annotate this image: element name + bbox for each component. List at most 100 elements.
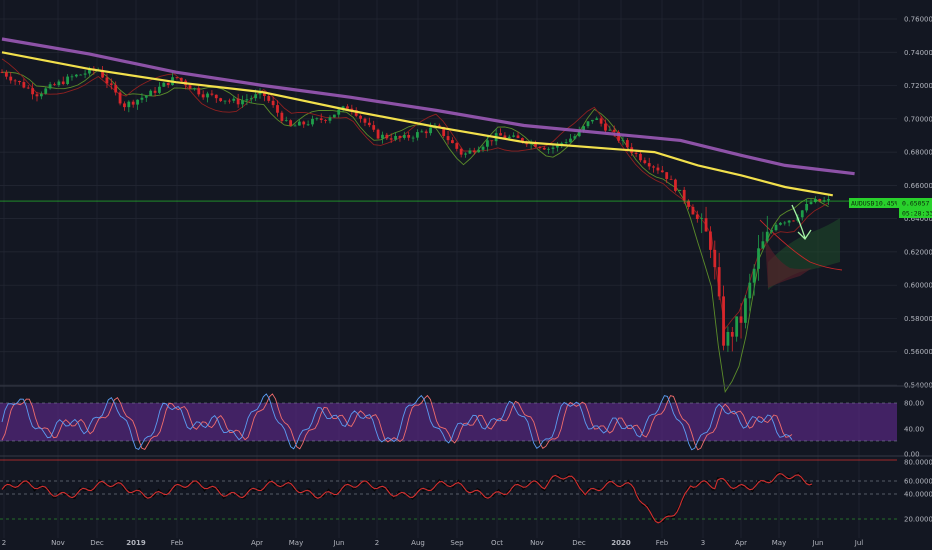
candle-body [744, 298, 747, 323]
candle-body [420, 131, 424, 133]
candle-body [512, 135, 516, 137]
candle-body [140, 97, 144, 100]
candle-body [757, 248, 760, 269]
candle-body [346, 106, 349, 109]
candle-body [385, 134, 389, 139]
candle-body [197, 88, 201, 95]
candle-body [778, 222, 782, 225]
candle-body [713, 249, 717, 268]
time-tick-label: Jun [812, 539, 824, 547]
candle-body [254, 94, 258, 99]
candle-body [765, 231, 769, 242]
candle-body [74, 74, 78, 77]
candle-body [464, 153, 467, 155]
candle-body [490, 140, 494, 142]
symbol-change: -10.45% [871, 200, 898, 208]
candle-body [486, 140, 489, 147]
candle-body [783, 222, 787, 224]
candle-body [389, 138, 393, 140]
candle-body [48, 84, 52, 89]
candle-body [232, 98, 236, 101]
candle-body [424, 131, 428, 134]
candle-body [144, 95, 148, 98]
candle-body [560, 143, 564, 144]
candle-body [223, 100, 227, 102]
price-tick-label: 0.60000 [904, 282, 932, 290]
candle-body [656, 167, 660, 171]
candle-body [726, 331, 730, 346]
price-tick-label: 0.72000 [904, 82, 932, 90]
candle-body [372, 125, 376, 130]
candle-body [158, 86, 161, 93]
candle-body [53, 84, 56, 86]
candle-body [809, 202, 813, 205]
candle-body [297, 121, 301, 126]
candle-body [398, 136, 402, 138]
time-tick-label: Dec [572, 539, 586, 547]
candle-body [149, 90, 153, 96]
candle-body [451, 140, 454, 144]
candle-body [31, 88, 35, 95]
candle-body [201, 94, 205, 98]
candle-body [669, 178, 673, 180]
candle-body [752, 268, 756, 283]
candle-body [660, 170, 664, 173]
candle-body [687, 200, 690, 207]
candle-body [735, 316, 739, 337]
rsi-tick-label: 40.0000 [904, 491, 932, 499]
candle-body [324, 120, 328, 121]
candle-body [289, 120, 293, 126]
candle-body [468, 150, 472, 154]
time-tick-label: Nov [51, 539, 65, 547]
candle-body [219, 98, 223, 102]
candle-body [682, 189, 686, 201]
price-tick-label: 0.62000 [904, 248, 932, 256]
candle-body [319, 118, 323, 121]
candle-body [599, 118, 603, 124]
rsi-tick-label: 80.0000 [904, 459, 932, 467]
candle-body [9, 76, 13, 81]
time-tick-label: 2 [375, 539, 379, 547]
candle-body [704, 218, 708, 232]
candle-body [827, 199, 830, 201]
price-tick-label: 0.70000 [904, 115, 932, 123]
candle-body [249, 98, 253, 100]
candle-body [271, 100, 275, 106]
candle-body [227, 100, 231, 102]
candle-body [267, 96, 271, 101]
candle-body [691, 206, 695, 215]
price-tick-label: 0.66000 [904, 182, 932, 190]
candle-body [800, 210, 804, 218]
candle-body [665, 172, 669, 179]
candle-body [26, 87, 30, 89]
candle-body [188, 85, 192, 89]
candle-body [586, 121, 590, 127]
time-tick-label: Apr [735, 539, 747, 547]
candle-body [376, 129, 380, 139]
candle-body [717, 267, 721, 297]
candle-body [79, 74, 83, 76]
candle-body [70, 76, 74, 78]
trading-chart[interactable]: 0.76000 0.74000 0.72000 0.70000 0.68000 0.660… [0, 0, 932, 550]
candle-body [236, 98, 240, 105]
candle-body [44, 88, 48, 94]
time-tick-label: Sep [450, 539, 464, 547]
candle-body [214, 94, 218, 99]
time-tick-label: May [289, 539, 303, 547]
candle-body [311, 118, 314, 125]
candle-body [652, 166, 655, 168]
candle-body [481, 146, 485, 150]
time-tick-label: Dec [90, 539, 104, 547]
candle-body [367, 122, 371, 126]
candle-body [643, 160, 647, 164]
candle-body [4, 72, 8, 77]
stochastic-tick-label: 0.00 [904, 451, 920, 459]
candle-body [634, 152, 638, 154]
time-tick-label: 3 [701, 539, 705, 547]
candle-body [66, 76, 69, 85]
candle-body [455, 143, 459, 149]
candle-body [293, 125, 297, 127]
candle-body [280, 112, 284, 121]
candle-body [573, 136, 577, 139]
candle-body [472, 150, 476, 153]
